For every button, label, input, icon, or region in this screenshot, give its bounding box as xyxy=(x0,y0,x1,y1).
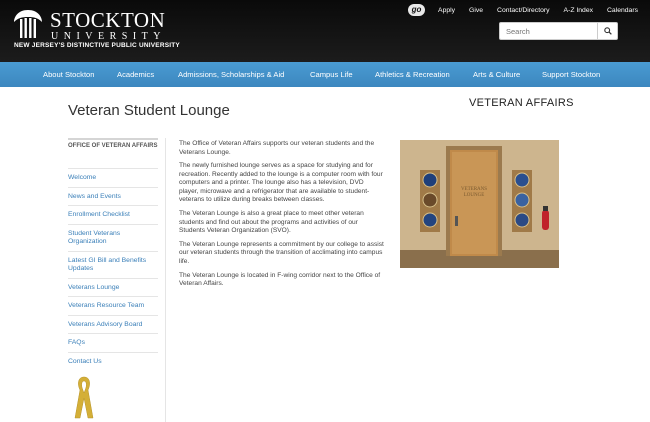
tree-logo-icon xyxy=(14,10,42,38)
content-paragraph: The Veteran Lounge represents a commitme… xyxy=(179,240,384,265)
nav-academics[interactable]: Academics xyxy=(117,70,154,79)
util-link-contact-directory[interactable]: Contact/Directory xyxy=(497,7,550,14)
yellow-ribbon-icon xyxy=(74,376,94,419)
nav-support-stockton[interactable]: Support Stockton xyxy=(542,70,600,79)
logo-university: UNIVERSITY xyxy=(51,31,166,42)
util-link-calendars[interactable]: Calendars xyxy=(607,7,638,14)
util-link-give[interactable]: Give xyxy=(469,7,483,14)
sidebar-nav: OFFICE OF VETERAN AFFAIRS Welcome News a… xyxy=(68,138,158,370)
content-paragraph: The Office of Veteran Affairs supports o… xyxy=(179,140,375,156)
utility-nav: go Apply Give Contact/Directory A-Z Inde… xyxy=(408,3,638,17)
logo-tagline: NEW JERSEY'S DISTINCTIVE PUBLIC UNIVERSI… xyxy=(14,42,180,49)
page-title: Veteran Student Lounge xyxy=(68,102,230,119)
content-paragraph: The Veteran Lounge is also a great place… xyxy=(179,210,364,235)
sidebar-item-veterans-lounge[interactable]: Veterans Lounge xyxy=(68,277,158,297)
sidebar-item-contact-us[interactable]: Contact Us xyxy=(68,351,158,371)
sidebar-heading: OFFICE OF VETERAN AFFAIRS xyxy=(68,138,158,168)
sidebar-divider xyxy=(165,138,166,422)
sidebar-item-gi-bill[interactable]: Latest GI Bill and Benefits Updates xyxy=(68,250,158,278)
content-paragraph: The Veteran Lounge is located in F-wing … xyxy=(179,271,381,288)
nav-arts-culture[interactable]: Arts & Culture xyxy=(473,70,520,79)
site-header: STOCKTON UNIVERSITY NEW JERSEY'S DISTINC… xyxy=(0,0,650,62)
logo-name: STOCKTON xyxy=(50,8,166,32)
sidebar-item-student-veterans-org[interactable]: Student Veterans Organization xyxy=(68,223,158,251)
sidebar-item-faqs[interactable]: FAQs xyxy=(68,333,158,352)
veterans-lounge-photo: VETERANS LOUNGE xyxy=(400,140,559,268)
nav-athletics[interactable]: Athletics & Recreation xyxy=(375,70,450,79)
sidebar-item-news-events[interactable]: News and Events xyxy=(68,186,158,206)
door-sign: VETERANS xyxy=(461,187,487,192)
main-nav: About Stockton Academics Admissions, Sch… xyxy=(0,62,650,87)
sidebar-item-resource-team[interactable]: Veterans Resource Team xyxy=(68,296,158,315)
section-title: VETERAN AFFAIRS xyxy=(469,97,574,109)
nav-admissions[interactable]: Admissions, Scholarships & Aid xyxy=(178,70,284,79)
nav-about-stockton[interactable]: About Stockton xyxy=(43,70,95,79)
stockton-logo[interactable]: STOCKTON UNIVERSITY NEW JERSEY'S DISTINC… xyxy=(12,8,192,54)
search-input[interactable] xyxy=(500,23,598,39)
search-button[interactable] xyxy=(597,23,617,39)
content-body: The Office of Veteran Affairs supports o… xyxy=(179,140,384,294)
nav-campus-life[interactable]: Campus Life xyxy=(310,70,353,79)
go-app-icon[interactable]: go xyxy=(408,4,426,16)
search-icon xyxy=(603,27,612,35)
svg-text:LOUNGE: LOUNGE xyxy=(464,193,485,198)
sidebar-item-advisory-board[interactable]: Veterans Advisory Board xyxy=(68,314,158,334)
search-box xyxy=(499,22,618,40)
sidebar-item-welcome[interactable]: Welcome xyxy=(68,168,158,187)
content-paragraph: The newly furnished lounge serves as a s… xyxy=(179,162,383,204)
util-link-a-z-index[interactable]: A-Z Index xyxy=(564,7,593,14)
util-link-apply[interactable]: Apply xyxy=(438,7,455,14)
sidebar-item-enrollment-checklist[interactable]: Enrollment Checklist xyxy=(68,205,158,224)
